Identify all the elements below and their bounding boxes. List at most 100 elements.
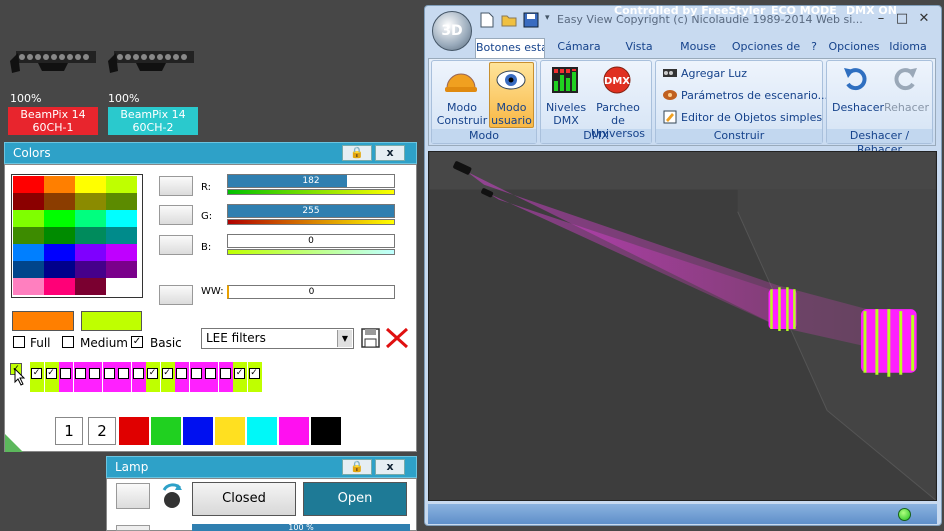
palette-cell[interactable] xyxy=(102,362,117,392)
tab-camara[interactable]: Cámara xyxy=(549,38,609,58)
colors-close-button[interactable]: x xyxy=(375,145,405,161)
lock-icon[interactable]: 🔒 xyxy=(342,145,372,161)
resize-grip-icon[interactable] xyxy=(5,434,23,452)
palette-cell-checkbox[interactable] xyxy=(103,368,115,379)
ww-channel-button[interactable] xyxy=(159,285,193,305)
palette-cell-checkbox[interactable]: ✓ xyxy=(31,368,42,379)
swatch[interactable] xyxy=(75,176,106,193)
palette-cell[interactable] xyxy=(204,362,218,392)
palette-cell[interactable]: ✓ xyxy=(247,362,262,392)
palette-cell[interactable] xyxy=(131,362,146,392)
app-logo-button[interactable]: 3D xyxy=(432,11,472,51)
red-channel-button[interactable] xyxy=(159,176,193,196)
swatch[interactable] xyxy=(106,261,137,278)
swatch[interactable] xyxy=(106,176,137,193)
palette-cell-checkbox[interactable]: ✓ xyxy=(234,368,245,379)
cyan-color-button[interactable] xyxy=(247,417,277,445)
green-color-button[interactable] xyxy=(151,417,181,445)
tab-botones[interactable]: Botones esta xyxy=(475,38,545,58)
swatch[interactable] xyxy=(106,210,137,227)
swatch[interactable] xyxy=(44,261,75,278)
green-slider[interactable]: 255 xyxy=(227,204,395,218)
fixture-2-icon[interactable] xyxy=(106,47,196,87)
lamp-dimmer-slider[interactable]: 100 % xyxy=(192,524,410,531)
modo-construir-button[interactable]: Modo Construir xyxy=(436,101,488,127)
swatch[interactable] xyxy=(44,193,75,210)
magenta-color-button[interactable] xyxy=(279,417,309,445)
palette-cell[interactable]: ✓ xyxy=(30,362,44,392)
idioma-menu[interactable]: Idioma xyxy=(886,38,930,58)
lamp-dimmer-button[interactable] xyxy=(116,525,150,531)
deshacer-button[interactable]: Deshacer xyxy=(832,101,884,114)
palette-cell[interactable] xyxy=(189,362,204,392)
palette-cell[interactable] xyxy=(175,362,189,392)
palette-cell-checkbox[interactable]: ✓ xyxy=(248,368,260,379)
swatch[interactable] xyxy=(75,261,106,278)
palette-1-button[interactable]: 1 xyxy=(55,417,83,445)
yellow-color-button[interactable] xyxy=(215,417,245,445)
window-close-icon[interactable]: ✕ xyxy=(915,11,933,27)
swatch[interactable] xyxy=(13,278,44,295)
medium-checkbox[interactable] xyxy=(62,336,74,348)
swatch[interactable] xyxy=(44,278,75,295)
swatch[interactable] xyxy=(75,193,106,210)
palette-cell-checkbox[interactable] xyxy=(205,368,216,379)
palette-cell[interactable] xyxy=(218,362,233,392)
fixture-2-label[interactable]: BeamPix 14 60CH-2 xyxy=(108,107,198,135)
editor-objetos-button[interactable]: Editor de Objetos simples xyxy=(681,111,822,124)
palette-cell-checkbox[interactable] xyxy=(219,368,231,379)
tab-mouse[interactable]: Mouse xyxy=(672,38,724,58)
swatch[interactable] xyxy=(13,261,44,278)
palette-cell[interactable] xyxy=(59,362,73,392)
palette-cell[interactable]: ✓ xyxy=(44,362,59,392)
blue-channel-button[interactable] xyxy=(159,235,193,255)
swatch[interactable] xyxy=(13,244,44,261)
lamp-lock-icon[interactable]: 🔒 xyxy=(342,459,372,475)
palette-cell-checkbox[interactable]: ✓ xyxy=(147,368,158,379)
palette-2-button[interactable]: 2 xyxy=(88,417,116,445)
palette-cell-checkbox[interactable] xyxy=(89,368,100,379)
swatch[interactable] xyxy=(44,176,75,193)
red-slider[interactable]: 182 xyxy=(227,174,395,188)
parametros-escenario-button[interactable]: Parámetros de escenario... xyxy=(681,89,828,102)
agregar-luz-button[interactable]: Agregar Luz xyxy=(681,67,747,80)
black-color-button[interactable] xyxy=(311,417,341,445)
current-color-preview[interactable] xyxy=(81,311,142,331)
palette-cell-checkbox[interactable] xyxy=(132,368,144,379)
delete-icon[interactable] xyxy=(385,327,409,349)
swatch[interactable] xyxy=(106,278,137,295)
swatch[interactable] xyxy=(44,210,75,227)
tab-vista[interactable]: Vista xyxy=(614,38,664,58)
swatch[interactable] xyxy=(75,210,106,227)
save-file-icon[interactable] xyxy=(523,12,539,28)
swatch[interactable] xyxy=(75,244,106,261)
save-icon[interactable] xyxy=(361,328,380,348)
fixture-1-icon[interactable] xyxy=(8,47,98,87)
palette-cell[interactable]: ✓ xyxy=(146,362,160,392)
rehacer-button[interactable]: Rehacer xyxy=(884,101,929,114)
swatch[interactable] xyxy=(106,244,137,261)
swatch[interactable] xyxy=(44,244,75,261)
swatch[interactable] xyxy=(13,193,44,210)
palette-cell[interactable] xyxy=(73,362,88,392)
red-color-button[interactable] xyxy=(119,417,149,445)
palette-cell[interactable]: ✓ xyxy=(233,362,247,392)
open-folder-icon[interactable] xyxy=(501,12,517,28)
tab-opciones-de[interactable]: Opciones de xyxy=(730,38,802,58)
swatch[interactable] xyxy=(13,210,44,227)
chevron-down-icon[interactable]: ▼ xyxy=(337,330,352,347)
full-checkbox[interactable] xyxy=(13,336,25,348)
swatch[interactable] xyxy=(106,193,137,210)
previous-color-preview[interactable] xyxy=(12,311,74,331)
palette-cell-checkbox[interactable] xyxy=(190,368,202,379)
fixture-1-label[interactable]: BeamPix 14 60CH-1 xyxy=(8,107,98,135)
filter-select[interactable]: LEE filters xyxy=(201,328,354,349)
swatch[interactable] xyxy=(13,227,44,244)
palette-cell-checkbox[interactable] xyxy=(74,368,86,379)
palette-cell-checkbox[interactable] xyxy=(176,368,187,379)
parcheo-universos-button[interactable]: Parcheo de Universos xyxy=(588,101,648,140)
palette-cell[interactable] xyxy=(117,362,131,392)
swatch[interactable] xyxy=(75,278,106,295)
lamp-closed-button[interactable]: Closed xyxy=(192,482,296,516)
3d-viewport[interactable] xyxy=(428,151,937,501)
